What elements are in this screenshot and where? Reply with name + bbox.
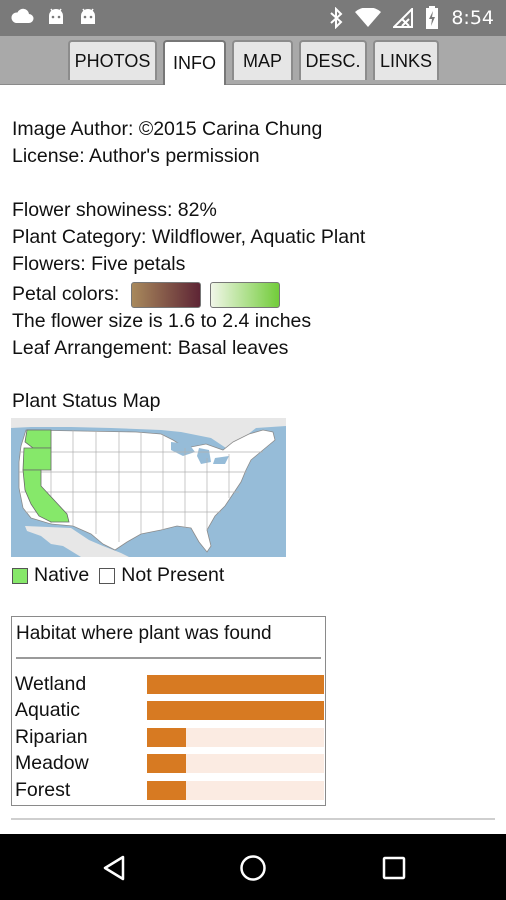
habitat-bar <box>147 754 186 773</box>
native-legend-swatch <box>12 567 28 584</box>
leaf-arrangement-text: Leaf Arrangement: Basal leaves <box>12 337 289 359</box>
navigation-bar <box>0 834 506 900</box>
tab-photos[interactable]: PHOTOS <box>68 40 157 80</box>
tab-desc[interactable]: DESC. <box>299 40 367 80</box>
tab-info[interactable]: INFO <box>163 40 226 85</box>
habitat-bar <box>147 675 324 694</box>
habitat-title: Habitat where plant was found <box>16 623 272 644</box>
flowers-text: Flowers: Five petals <box>12 253 186 275</box>
petal-colors-label: Petal colors: <box>12 283 120 305</box>
habitat-track <box>147 781 324 800</box>
habitat-row: Forest <box>15 778 324 804</box>
back-icon <box>103 855 125 881</box>
habitat-bar <box>147 781 186 800</box>
habitat-label: Forest <box>15 779 71 801</box>
image-author-text: Image Author: ©2015 Carina Chung <box>12 118 323 140</box>
info-content: Image Author: ©2015 Carina Chung License… <box>12 84 496 362</box>
petal-color-swatch <box>130 281 201 308</box>
habitat-label: Riparian <box>15 726 88 748</box>
android-icon <box>49 8 63 24</box>
native-legend-label: Native <box>34 564 90 586</box>
android-icon <box>81 8 95 24</box>
bluetooth-icon <box>330 7 343 29</box>
habitat-panel: Habitat where plant was found Wetland Aq… <box>11 616 326 806</box>
petal-colors-row: Petal colors: <box>12 281 496 308</box>
status-left-icons <box>10 7 98 25</box>
license-text: License: Author's permission <box>12 145 260 167</box>
habitat-track <box>147 675 324 694</box>
habitat-row: Aquatic <box>15 698 324 724</box>
petal-color-swatch <box>210 281 281 308</box>
habitat-track <box>147 728 324 747</box>
battery-icon <box>426 6 439 29</box>
habitat-row: Meadow <box>15 751 324 777</box>
plant-category-text: Plant Category: Wildflower, Aquatic Plan… <box>12 226 366 248</box>
map-legend: Native Not Present <box>12 564 224 587</box>
status-right-icons: 8:54 <box>329 6 494 30</box>
recents-icon <box>382 856 406 880</box>
no-signal-icon <box>393 8 414 28</box>
not-present-legend-swatch <box>99 567 116 584</box>
cloud-icon <box>11 8 34 23</box>
wifi-icon <box>355 8 382 27</box>
habitat-track <box>147 701 324 720</box>
habitat-label: Aquatic <box>15 699 81 721</box>
habitat-bar <box>147 701 324 720</box>
plant-status-map[interactable] <box>11 418 286 557</box>
habitat-row: Riparian <box>15 725 324 751</box>
home-button[interactable] <box>233 848 273 888</box>
status-bar: 8:54 <box>0 0 506 36</box>
back-button[interactable] <box>94 848 134 888</box>
status-map-title: Plant Status Map <box>12 390 161 412</box>
recents-button[interactable] <box>374 848 414 888</box>
not-present-legend-label: Not Present <box>121 564 225 586</box>
habitat-bar <box>147 728 186 747</box>
divider <box>16 657 321 659</box>
divider <box>11 818 495 820</box>
clock-time: 8:54 <box>451 7 494 29</box>
showiness-text: Flower showiness: 82% <box>12 199 217 221</box>
flower-size-text: The flower size is 1.6 to 2.4 inches <box>12 310 312 332</box>
home-icon <box>240 855 266 881</box>
tab-bar: PHOTOS INFO MAP DESC. LINKS <box>0 36 506 85</box>
habitat-track <box>147 754 324 773</box>
habitat-label: Wetland <box>15 673 87 695</box>
habitat-label: Meadow <box>15 752 89 774</box>
habitat-row: Wetland <box>15 672 324 698</box>
tab-links[interactable]: LINKS <box>373 40 439 80</box>
tab-map[interactable]: MAP <box>232 40 293 80</box>
